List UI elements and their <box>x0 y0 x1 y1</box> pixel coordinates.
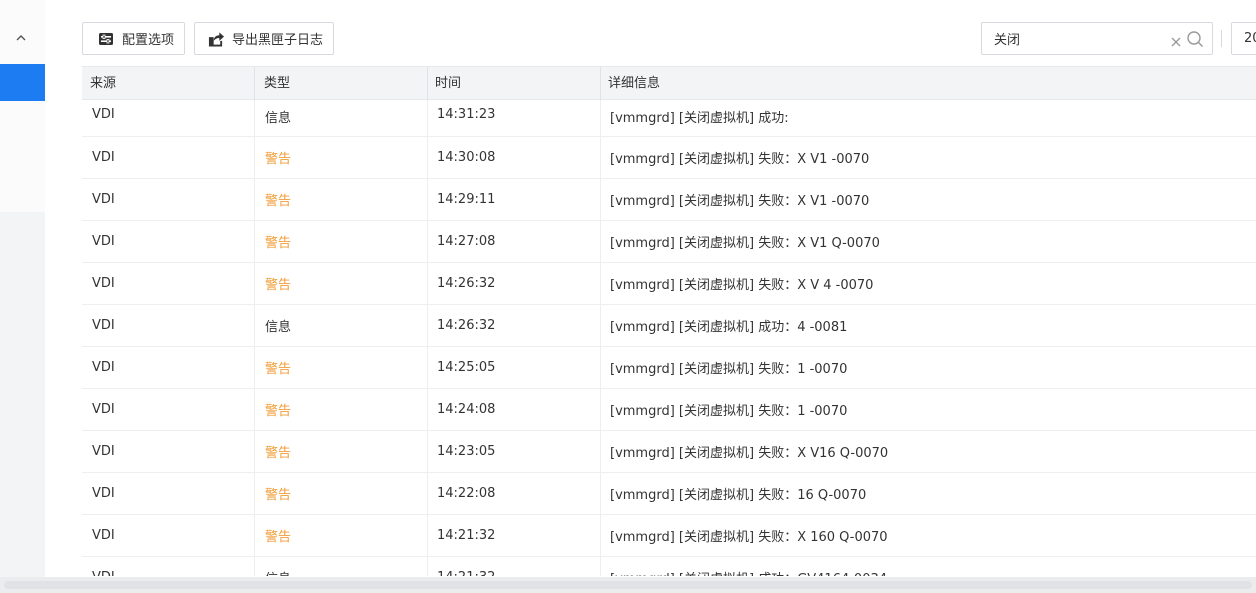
cell-type: 警告 <box>255 389 428 430</box>
export-blackbox-log-button[interactable]: 导出黑匣子日志 <box>194 22 334 55</box>
cell-type: 警告 <box>255 347 428 388</box>
table-body: VDI 信息 14:31:23 [vmmgrd] [关闭虚拟机] 成功: VDI 警告 14… <box>82 100 1256 576</box>
cell-detail: [vmmgrd] [关闭虚拟机] 失败：X V1 Q-0070 <box>610 236 880 251</box>
cell-source: VDI <box>82 347 255 388</box>
search-icon[interactable] <box>1186 30 1204 48</box>
cell-type: 信息 <box>255 557 428 576</box>
search-input[interactable] <box>982 23 1174 54</box>
table-row[interactable]: VDI信息14:21:32[vmmgrd] [关闭虚拟机] 成功：GV4164-… <box>82 557 1256 576</box>
horizontal-scrollbar[interactable] <box>0 577 1256 593</box>
table-row[interactable]: VDI 警告 14:25:05 [vmmgrd] [关闭虚拟机] 失败：1 -0070 <box>82 347 1256 389</box>
cell-detail: [vmmgrd] [关闭虚拟机] 失败：X V1 -0070 <box>610 152 870 167</box>
table-row[interactable]: VDI 信息 14:31:23 [vmmgrd] [关闭虚拟机] 成功: <box>82 100 1256 137</box>
cell-time: 14:31:23 <box>428 100 601 136</box>
cell-type: 警告 <box>255 221 428 262</box>
cell-source: VDI <box>82 473 255 514</box>
export-icon <box>208 31 224 47</box>
cell-detail: [vmmgrd] [关闭虚拟机] 失败：1 -0070 <box>610 362 848 377</box>
sidebar-item-active[interactable] <box>0 64 45 101</box>
config-options-button[interactable]: 配置选项 <box>82 22 185 55</box>
cell-type: 警告 <box>255 473 428 514</box>
cell-type: 警告 <box>255 137 428 178</box>
table-row[interactable]: VDI 警告 14:22:08 [vmmgrd] [关闭虚拟机] 失败：16 Q-00… <box>82 473 1256 515</box>
cell-source: VDI <box>82 263 255 304</box>
cell-detail: [vmmgrd] [关闭虚拟机] 失败：1 -0070 <box>610 404 848 419</box>
cell-type: 警告 <box>255 431 428 472</box>
cell-time: 14:21:32 <box>428 557 601 576</box>
sidebar <box>0 0 45 593</box>
cell-source: VDI <box>82 179 255 220</box>
cell-detail: [vmmgrd] [关闭虚拟机] 失败：X 160 Q-0070 <box>610 530 888 545</box>
cell-detail: [vmmgrd] [关闭虚拟机] 失败：X V1 -0070 <box>610 194 870 209</box>
column-header-source[interactable]: 来源 <box>82 67 255 101</box>
cell-detail: [vmmgrd] [关闭虚拟机] 成功: <box>610 111 789 126</box>
table-row[interactable]: VDI 警告 14:23:05 [vmmgrd] [关闭虚拟机] 失败：X V16 Q… <box>82 431 1256 473</box>
cell-source: VDI <box>82 221 255 262</box>
cell-source: VDI <box>82 100 255 136</box>
log-table: 来源 类型 时间 详细信息 VDI 信息 14:31:23 [vmmgrd] [关闭虚… <box>82 66 1256 576</box>
cell-time: 14:29:11 <box>428 179 601 220</box>
chevron-up-icon[interactable] <box>14 30 28 44</box>
cell-type: 信息 <box>255 100 428 136</box>
table-row[interactable]: VDI 警告 14:21:32 [vmmgrd] [关闭虚拟机] 失败：X 160 Q… <box>82 515 1256 557</box>
table-header: 来源 类型 时间 详细信息 <box>82 66 1256 101</box>
cell-type: 警告 <box>255 515 428 556</box>
table-row[interactable]: VDI 警告 14:27:08 [vmmgrd] [关闭虚拟机] 失败：X V1 Q-… <box>82 221 1256 263</box>
cell-source: VDI <box>82 431 255 472</box>
table-row[interactable]: VDI 警告 14:26:32 [vmmgrd] [关闭虚拟机] 失败：X V 4 -… <box>82 263 1256 305</box>
column-header-type[interactable]: 类型 <box>255 67 428 101</box>
column-header-detail[interactable]: 详细信息 <box>601 67 1256 101</box>
cell-type: 信息 <box>255 305 428 346</box>
config-icon <box>98 31 114 47</box>
search-box <box>981 22 1213 55</box>
table-row[interactable]: VDI 警告 14:24:08 [vmmgrd] [关闭虚拟机] 失败：1 -0070 <box>82 389 1256 431</box>
cell-detail: [vmmgrd] [关闭虚拟机] 成功：GV4164-0034 <box>601 557 1256 576</box>
cell-time: 14:26:32 <box>428 305 601 346</box>
table-row[interactable]: VDI 信息 14:26:32 [vmmgrd] [关闭虚拟机] 成功：4 -0081 <box>82 305 1256 347</box>
cell-type: 警告 <box>255 179 428 220</box>
scrollbar-thumb[interactable] <box>4 581 1252 589</box>
cell-source: VDI <box>82 389 255 430</box>
column-header-time[interactable]: 时间 <box>428 67 601 101</box>
cell-type: 警告 <box>255 263 428 304</box>
table-row[interactable]: VDI 警告 14:30:08 [vmmgrd] [关闭虚拟机] 失败：X V1 -0… <box>82 137 1256 179</box>
cell-detail: [vmmgrd] [关闭虚拟机] 失败：X V16 Q-0070 <box>610 446 889 461</box>
cell-source: VDI <box>82 305 255 346</box>
toolbar-divider <box>1221 30 1222 47</box>
cell-source: VDI <box>82 137 255 178</box>
cell-source: VDI <box>82 557 255 576</box>
config-options-label: 配置选项 <box>122 33 175 48</box>
cell-time: 14:23:05 <box>428 431 601 472</box>
cell-time: 14:30:08 <box>428 137 601 178</box>
page-size-select[interactable]: 20 <box>1231 22 1256 55</box>
cell-detail: [vmmgrd] [关闭虚拟机] 成功：4 -0081 <box>610 320 848 335</box>
cell-detail: [vmmgrd] [关闭虚拟机] 失败：X V 4 -0070 <box>610 278 874 293</box>
cell-source: VDI <box>82 515 255 556</box>
cell-time: 14:26:32 <box>428 263 601 304</box>
table-row[interactable]: VDI 警告 14:29:11 [vmmgrd] [关闭虚拟机] 失败：X V1 -0… <box>82 179 1256 221</box>
cell-time: 14:27:08 <box>428 221 601 262</box>
export-blackbox-log-label: 导出黑匣子日志 <box>232 33 324 48</box>
cell-time: 14:21:32 <box>428 515 601 556</box>
cell-time: 14:24:08 <box>428 389 601 430</box>
cell-time: 14:22:08 <box>428 473 601 514</box>
close-icon[interactable] <box>1170 33 1182 47</box>
cell-detail: [vmmgrd] [关闭虚拟机] 失败：16 Q-0070 <box>610 488 867 503</box>
cell-time: 14:25:05 <box>428 347 601 388</box>
